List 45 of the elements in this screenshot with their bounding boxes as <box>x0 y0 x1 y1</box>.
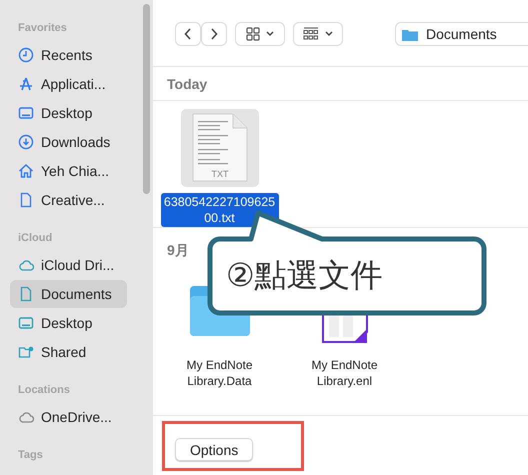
back-button[interactable] <box>175 22 201 46</box>
text-file-icon: TXT <box>190 113 248 183</box>
sidebar-item[interactable]: iCloud Dri... <box>10 251 127 279</box>
section-header: Favorites <box>17 21 68 36</box>
clock-icon <box>18 47 34 63</box>
grid-icon <box>246 27 260 41</box>
group-header: 9月 <box>166 241 190 260</box>
chevron-left-icon <box>184 28 192 40</box>
apps-icon <box>18 76 34 92</box>
desktop-icon <box>18 105 34 121</box>
sidebar-item[interactable]: Desktop <box>10 99 127 127</box>
home-icon <box>18 163 34 179</box>
sidebar-item[interactable]: Applicati... <box>10 70 127 98</box>
section-header: Locations <box>17 383 71 398</box>
sidebar-item[interactable]: Recents <box>10 41 127 69</box>
sidebar-item[interactable]: Shared <box>10 338 127 366</box>
group-header: Today <box>166 75 208 94</box>
section-header: iCloud <box>17 231 54 246</box>
sidebar-item[interactable]: Yeh Chia... <box>10 157 127 185</box>
options-button[interactable]: Options <box>175 438 254 461</box>
desktop-icon <box>18 315 34 331</box>
caret-icon <box>325 31 333 37</box>
view-mode-button[interactable] <box>235 22 285 46</box>
doc-icon <box>18 192 34 208</box>
scrollbar[interactable] <box>143 4 150 194</box>
callout-tooltip-text: ②點選文件 <box>226 255 383 296</box>
download-icon <box>18 134 34 150</box>
file-name[interactable]: My EndNote Library.Data <box>158 356 282 390</box>
location-popup[interactable]: Documents <box>395 22 528 46</box>
section-header: Tags <box>17 448 44 463</box>
sidebar-item[interactable]: Creative... <box>10 186 127 214</box>
forward-button[interactable] <box>201 22 227 46</box>
file-name[interactable]: My EndNote Library.enl <box>282 356 406 390</box>
sidebar-item[interactable]: OneDrive... <box>10 403 127 431</box>
grouped-grid-icon <box>303 27 319 41</box>
sidebar-item[interactable]: Documents <box>10 280 127 308</box>
group-button[interactable] <box>293 22 343 46</box>
file-name[interactable]: 638054222710962500.txt <box>160 193 278 227</box>
doc-icon <box>18 286 34 302</box>
caret-icon <box>266 31 274 37</box>
sidebar-item[interactable]: Downloads <box>10 128 127 156</box>
chevron-right-icon <box>210 28 218 40</box>
sidebar-item[interactable]: Desktop <box>10 309 127 337</box>
folder-icon <box>402 28 418 40</box>
shared-icon <box>18 344 34 360</box>
